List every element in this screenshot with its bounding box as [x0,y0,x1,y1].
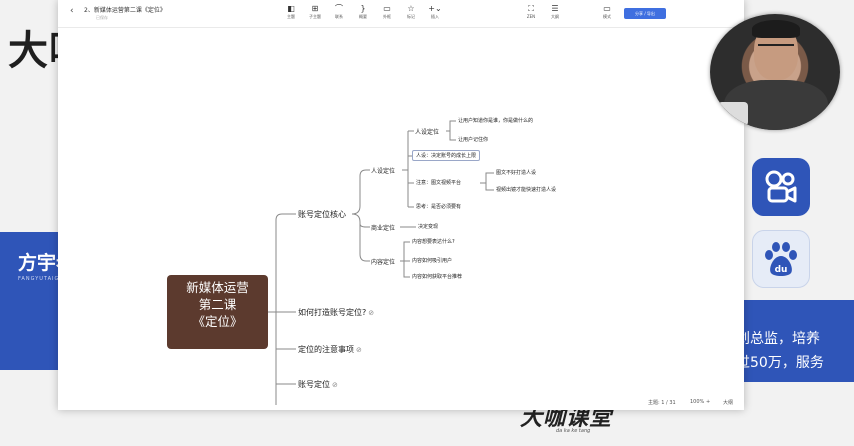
topic-think[interactable]: 思考：是否必须要有 [416,203,461,210]
topic-leaf[interactable]: 内容想要表达什么? [412,238,455,245]
topic-leaf[interactable]: 让用户知道你是谁，你是做什么的 [458,117,533,124]
topic-note-platform[interactable]: 注意：图文视频平台 [416,179,461,186]
topic-leaf[interactable]: 图文不好打造人设 [496,169,536,176]
link-icon[interactable]: ⊘ [368,309,374,317]
topic-leaf[interactable]: 内容如何吸引用户 [412,257,452,264]
topic-leaf[interactable]: 内容如何获取平台推荐 [412,273,462,280]
presenter-webcam [710,14,840,130]
topic-persona[interactable]: 人设定位 [371,166,395,175]
root-topic[interactable]: 新媒体运营 第二课 《定位》 [167,275,268,349]
topic-how-to-position[interactable]: 如何打造账号定位? ⊘ [298,307,374,318]
topic-selected[interactable]: 人设：决定账号的成长上限 [412,150,481,161]
link-icon[interactable]: ⊘ [332,381,338,389]
topic-content[interactable]: 内容定位 [371,257,395,266]
topic-business[interactable]: 商业定位 [371,223,395,232]
topic-leaf[interactable]: 决定变现 [418,223,438,230]
topic-account-positioning[interactable]: 账号定位 ⊘ [298,379,338,390]
topic-leaf[interactable]: 视频出镜才能快速打造人设 [496,186,556,193]
topic-account-core[interactable]: 账号定位核心 [298,209,346,220]
link-icon[interactable]: ⊘ [356,346,362,354]
topic-leaf[interactable]: 让用户记住你 [458,136,488,143]
topic-notes[interactable]: 定位的注意事项 ⊘ [298,344,362,355]
topic-persona-sub[interactable]: 人设定位 [415,127,439,136]
